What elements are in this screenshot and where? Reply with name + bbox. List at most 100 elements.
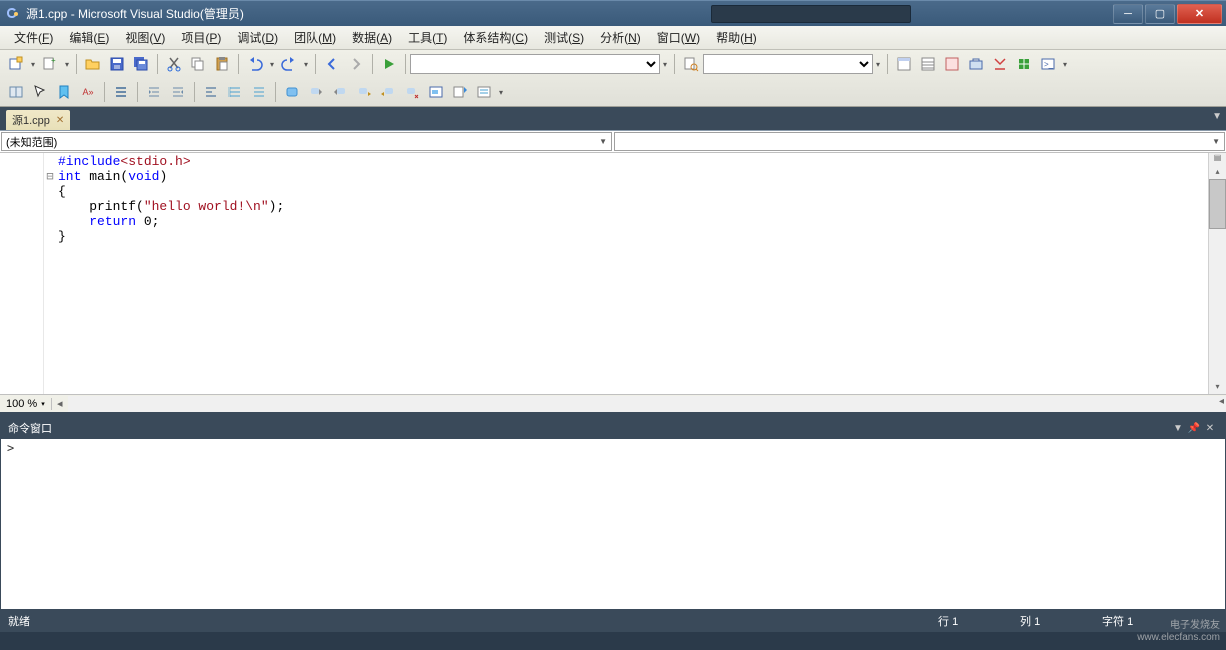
separator bbox=[887, 54, 888, 74]
task-list-add-button[interactable] bbox=[449, 81, 471, 103]
watermark-line2: www.elecfans.com bbox=[1137, 632, 1220, 644]
text-aa-button[interactable]: A» bbox=[77, 81, 99, 103]
toggle-view-button[interactable] bbox=[5, 81, 27, 103]
cut-button[interactable] bbox=[163, 53, 185, 75]
menu-t[interactable]: 工具(T) bbox=[400, 27, 455, 48]
tab-label: 源1.cpp bbox=[12, 112, 50, 128]
paste-button[interactable] bbox=[211, 53, 233, 75]
redo-dropdown[interactable]: ▾ bbox=[301, 53, 311, 75]
bookmark-toggle-button[interactable] bbox=[281, 81, 303, 103]
bookmark-clear-button[interactable] bbox=[401, 81, 423, 103]
separator bbox=[157, 54, 158, 74]
menu-n[interactable]: 分析(N) bbox=[592, 27, 649, 48]
bookmark-button[interactable] bbox=[53, 81, 75, 103]
scroll-up-arrow-icon[interactable]: ▴ bbox=[1209, 167, 1226, 179]
properties-window-button[interactable] bbox=[917, 53, 939, 75]
minimize-button[interactable] bbox=[1113, 4, 1143, 24]
member-combo[interactable]: ▼ bbox=[614, 132, 1225, 151]
panel-close-icon[interactable]: ✕ bbox=[1202, 423, 1218, 434]
separator bbox=[104, 82, 105, 102]
panel-dropdown-icon[interactable]: ▼ bbox=[1170, 423, 1186, 434]
open-button[interactable] bbox=[82, 53, 104, 75]
find-combo[interactable] bbox=[703, 54, 873, 74]
scroll-down-arrow-icon[interactable]: ▾ bbox=[1209, 382, 1226, 394]
titlebar-search-box[interactable] bbox=[711, 5, 911, 23]
vertical-scrollbar[interactable]: ▤ ▴ ▾ bbox=[1208, 153, 1226, 394]
list-view-button[interactable] bbox=[110, 81, 132, 103]
bookmark-next-button[interactable] bbox=[329, 81, 351, 103]
copy-button[interactable] bbox=[187, 53, 209, 75]
menu-m[interactable]: 团队(M) bbox=[286, 27, 344, 48]
code-editor[interactable]: ⊟ #include<stdio.h> int main(void) { pri… bbox=[0, 153, 1226, 394]
menu-s[interactable]: 测试(S) bbox=[536, 27, 592, 48]
zoom-combo[interactable]: 100 % ▾ bbox=[0, 398, 52, 410]
toolbars: ▾ + ▾ ▾ ▾ ▾ ▾ >_ ▾ bbox=[0, 50, 1226, 107]
start-debug-button[interactable] bbox=[378, 53, 400, 75]
scope-combo[interactable]: (未知范围) ▼ bbox=[1, 132, 612, 151]
pin-icon[interactable]: 📌 bbox=[1186, 423, 1202, 434]
bookmark-next-folder-button[interactable] bbox=[377, 81, 399, 103]
solution-config-dd[interactable]: ▾ bbox=[660, 53, 670, 75]
extension-manager-button[interactable] bbox=[1013, 53, 1035, 75]
save-all-button[interactable] bbox=[130, 53, 152, 75]
zoom-value: 100 % bbox=[6, 398, 37, 410]
indent-increase-button[interactable] bbox=[167, 81, 189, 103]
undo-dropdown[interactable]: ▾ bbox=[267, 53, 277, 75]
tab-dropdown-icon[interactable]: ▼ bbox=[1212, 111, 1222, 122]
cursor-select-button[interactable] bbox=[29, 81, 51, 103]
uncomment-button[interactable] bbox=[248, 81, 270, 103]
close-button[interactable] bbox=[1177, 4, 1222, 24]
status-text: 就绪 bbox=[8, 613, 932, 629]
toolbox-button[interactable] bbox=[965, 53, 987, 75]
menu-h[interactable]: 帮助(H) bbox=[708, 27, 765, 48]
horizontal-scrollbar[interactable] bbox=[68, 396, 1226, 412]
toolbar2-overflow[interactable]: ▾ bbox=[496, 81, 506, 103]
toolbar-overflow[interactable]: ▾ bbox=[1060, 53, 1070, 75]
status-line: 行 1 bbox=[938, 613, 1008, 629]
menu-p[interactable]: 项目(P) bbox=[173, 27, 229, 48]
find-in-files-button[interactable] bbox=[680, 53, 702, 75]
code-content[interactable]: #include<stdio.h> int main(void) { print… bbox=[56, 153, 1208, 394]
task-list-window-button[interactable] bbox=[473, 81, 495, 103]
menu-f[interactable]: 文件(F) bbox=[6, 27, 61, 48]
redo-button[interactable] bbox=[278, 53, 300, 75]
svg-text:>_: >_ bbox=[1044, 60, 1054, 69]
hscroll-left-arrow-icon[interactable]: ◂ bbox=[52, 397, 68, 410]
add-item-dropdown[interactable]: ▾ bbox=[62, 53, 72, 75]
undo-button[interactable] bbox=[244, 53, 266, 75]
solution-config-combo[interactable] bbox=[410, 54, 660, 74]
start-page-button[interactable] bbox=[989, 53, 1011, 75]
bookmark-prev-folder-button[interactable] bbox=[353, 81, 375, 103]
chevron-down-icon: ▼ bbox=[599, 137, 607, 146]
command-window-button[interactable]: >_ bbox=[1037, 53, 1059, 75]
menu-v[interactable]: 视图(V) bbox=[117, 27, 173, 48]
navigate-forward-button[interactable] bbox=[345, 53, 367, 75]
menu-w[interactable]: 窗口(W) bbox=[649, 27, 708, 48]
tab-close-icon[interactable]: ✕ bbox=[56, 115, 64, 126]
tab-source1-cpp[interactable]: 源1.cpp ✕ bbox=[6, 110, 70, 130]
command-prompt: > bbox=[7, 441, 14, 455]
comment-button[interactable] bbox=[224, 81, 246, 103]
save-button[interactable] bbox=[106, 53, 128, 75]
menu-d[interactable]: 调试(D) bbox=[229, 27, 286, 48]
menu-c[interactable]: 体系结构(C) bbox=[455, 27, 536, 48]
solution-explorer-button[interactable] bbox=[893, 53, 915, 75]
scroll-split-icon[interactable]: ▤ bbox=[1209, 153, 1226, 167]
outline-column[interactable]: ⊟ bbox=[44, 153, 56, 394]
bookmark-window-button[interactable] bbox=[425, 81, 447, 103]
bookmark-prev-button[interactable] bbox=[305, 81, 327, 103]
add-item-button[interactable]: + bbox=[39, 53, 61, 75]
scroll-thumb[interactable] bbox=[1209, 179, 1226, 229]
object-browser-button[interactable] bbox=[941, 53, 963, 75]
maximize-button[interactable] bbox=[1145, 4, 1175, 24]
find-combo-dd[interactable]: ▾ bbox=[873, 53, 883, 75]
new-project-dropdown[interactable]: ▾ bbox=[28, 53, 38, 75]
command-window-body[interactable]: > bbox=[0, 438, 1226, 610]
align-left-button[interactable] bbox=[200, 81, 222, 103]
command-window-title: 命令窗口 bbox=[8, 420, 1170, 436]
navigate-back-button[interactable] bbox=[321, 53, 343, 75]
menu-e[interactable]: 编辑(E) bbox=[61, 27, 117, 48]
new-project-button[interactable] bbox=[5, 53, 27, 75]
menu-a[interactable]: 数据(A) bbox=[344, 27, 400, 48]
indent-decrease-button[interactable] bbox=[143, 81, 165, 103]
